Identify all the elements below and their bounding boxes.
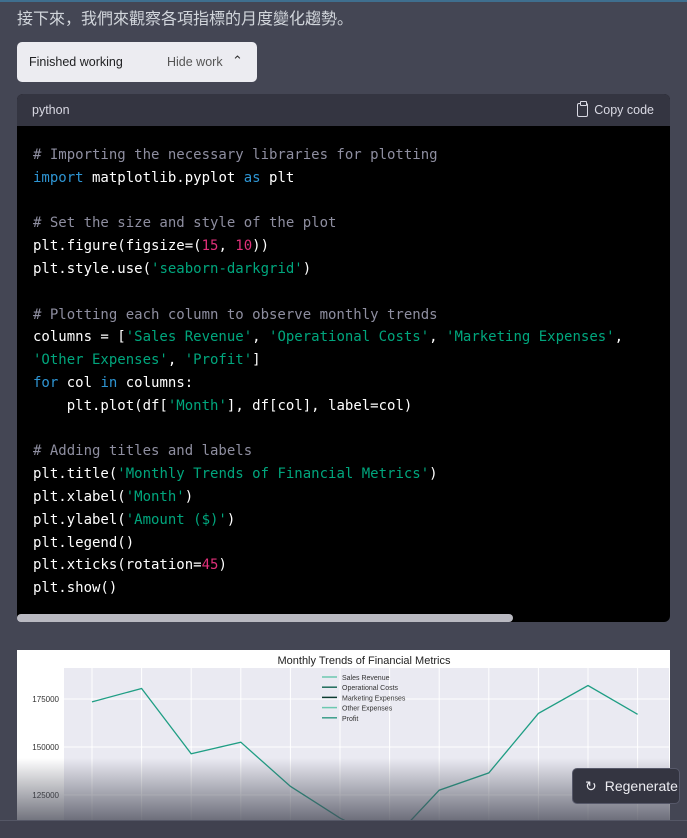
code-line: plt.legend() — [33, 532, 654, 555]
code-token: 'Operational Costs' — [269, 329, 430, 346]
code-token: plt.show() — [33, 580, 118, 597]
code-token: plt.figure(figsize=( — [33, 238, 202, 255]
copy-code-label: Copy code — [594, 103, 654, 117]
code-token: 'Profit' — [184, 352, 253, 369]
code-line: plt.xticks(rotation=45) — [33, 554, 654, 577]
code-token: ) — [429, 466, 438, 483]
clipboard-icon — [577, 101, 589, 117]
code-token: ], df[col], label=col) — [226, 397, 413, 414]
code-line: plt.xlabel('Month') — [33, 486, 654, 509]
code-line: plt.title('Monthly Trends of Financial M… — [33, 463, 654, 486]
code-token: )) — [252, 238, 270, 255]
finished-working-panel[interactable]: Finished working Hide work ⌃ — [17, 42, 257, 82]
code-token: # Importing the necessary libraries for … — [33, 147, 438, 163]
code-line: # Plotting each column to observe monthl… — [33, 304, 654, 327]
code-token: , — [614, 329, 632, 346]
code-token: # Plotting each column to observe monthl… — [33, 306, 438, 323]
legend-label: Operational Costs — [342, 685, 399, 692]
code-block-header: python Copy code — [17, 94, 670, 126]
code-line: columns = ['Sales Revenue', 'Operational… — [33, 326, 654, 372]
regenerate-button[interactable]: ↻ Regenerate — [572, 768, 680, 804]
work-status: Finished working — [29, 55, 123, 69]
code-token: # Adding titles and labels — [33, 443, 253, 460]
code-token: as — [243, 169, 261, 186]
code-token: plt.legend() — [33, 534, 135, 551]
assistant-message-text: 接下來，我們來觀察各項指標的月度變化趨勢。 — [17, 11, 354, 28]
code-token: 'Marketing Expenses' — [446, 329, 615, 346]
code-token: for — [33, 374, 59, 391]
code-token: in — [100, 374, 118, 391]
code-token: # Set the size and style of the plot — [33, 215, 337, 232]
copy-code-button[interactable]: Copy code — [577, 101, 654, 117]
code-token: , — [252, 329, 270, 346]
code-token: columns: — [117, 374, 194, 391]
chart-title: Monthly Trends of Financial Metrics — [277, 655, 451, 667]
y-tick-label: 150000 — [32, 743, 59, 752]
code-language: python — [32, 103, 70, 117]
code-line: import matplotlib.pyplot as plt — [33, 167, 654, 190]
code-token: , — [167, 352, 185, 369]
code-line: plt.plot(df['Month'], df[col], label=col… — [33, 395, 654, 418]
chevron-up-icon[interactable]: ⌃ — [232, 53, 243, 69]
code-token: 'seaborn-darkgrid' — [151, 260, 303, 277]
code-token: ) — [226, 511, 236, 528]
legend-label: Marketing Expenses — [342, 695, 406, 702]
refresh-icon: ↻ — [585, 777, 597, 794]
code-token: plt — [260, 169, 295, 186]
y-tick-label: 175000 — [32, 695, 59, 704]
code-token: 15 — [201, 238, 219, 255]
code-line: for col in columns: — [33, 372, 654, 395]
regenerate-label: Regenerate — [604, 778, 678, 794]
legend-label: Other Expenses — [342, 706, 393, 713]
code-line: # Set the size and style of the plot — [33, 212, 654, 235]
code-token: col — [58, 374, 101, 391]
code-token: import — [33, 169, 84, 186]
code-token: plt.style.use( — [33, 260, 152, 277]
code-token: ) — [184, 488, 194, 505]
code-token: ) — [218, 557, 227, 574]
input-area-edge — [0, 820, 687, 838]
code-token: 'Amount ($)' — [125, 511, 227, 528]
code-line: plt.figure(figsize=(15, 10)) — [33, 235, 654, 258]
code-token: 'Monthly Trends of Financial Metrics' — [117, 466, 430, 483]
code-block: python Copy code # Importing the necessa… — [17, 94, 670, 622]
code-line: plt.style.use('seaborn-darkgrid') — [33, 258, 654, 281]
horizontal-scrollbar[interactable] — [17, 614, 670, 622]
code-token: ) — [302, 260, 312, 277]
code-token: plt.xlabel( — [33, 488, 126, 505]
scrollbar-thumb[interactable] — [17, 614, 514, 622]
code-token: 'Sales Revenue' — [125, 329, 253, 346]
legend-label: Profit — [342, 716, 358, 723]
code-token: 'Month' — [167, 397, 227, 414]
code-token: ] — [252, 352, 261, 369]
code-token: matplotlib.pyplot — [83, 169, 244, 186]
code-token: 'Other Expenses' — [33, 352, 168, 369]
code-token: 10 — [235, 238, 253, 255]
code-token: 45 — [201, 557, 219, 574]
code-content[interactable]: # Importing the necessary libraries for … — [33, 144, 654, 600]
code-token: plt.title( — [33, 466, 118, 483]
code-line: # Importing the necessary libraries for … — [33, 144, 654, 167]
hide-work-button[interactable]: Hide work — [167, 55, 223, 69]
code-token: plt.plot(df[ — [33, 397, 168, 414]
code-token: plt.ylabel( — [33, 511, 126, 528]
code-line: plt.ylabel('Amount ($)') — [33, 509, 654, 532]
code-token: 'Month' — [125, 488, 185, 505]
code-token: columns = [ — [33, 329, 126, 346]
code-token: , — [218, 238, 236, 255]
code-line: plt.show() — [33, 577, 654, 600]
code-token: plt.xticks(rotation= — [33, 557, 202, 574]
code-token: , — [429, 329, 447, 346]
code-line: # Adding titles and labels — [33, 440, 654, 463]
legend-label: Sales Revenue — [342, 675, 390, 682]
top-border — [0, 0, 687, 2]
